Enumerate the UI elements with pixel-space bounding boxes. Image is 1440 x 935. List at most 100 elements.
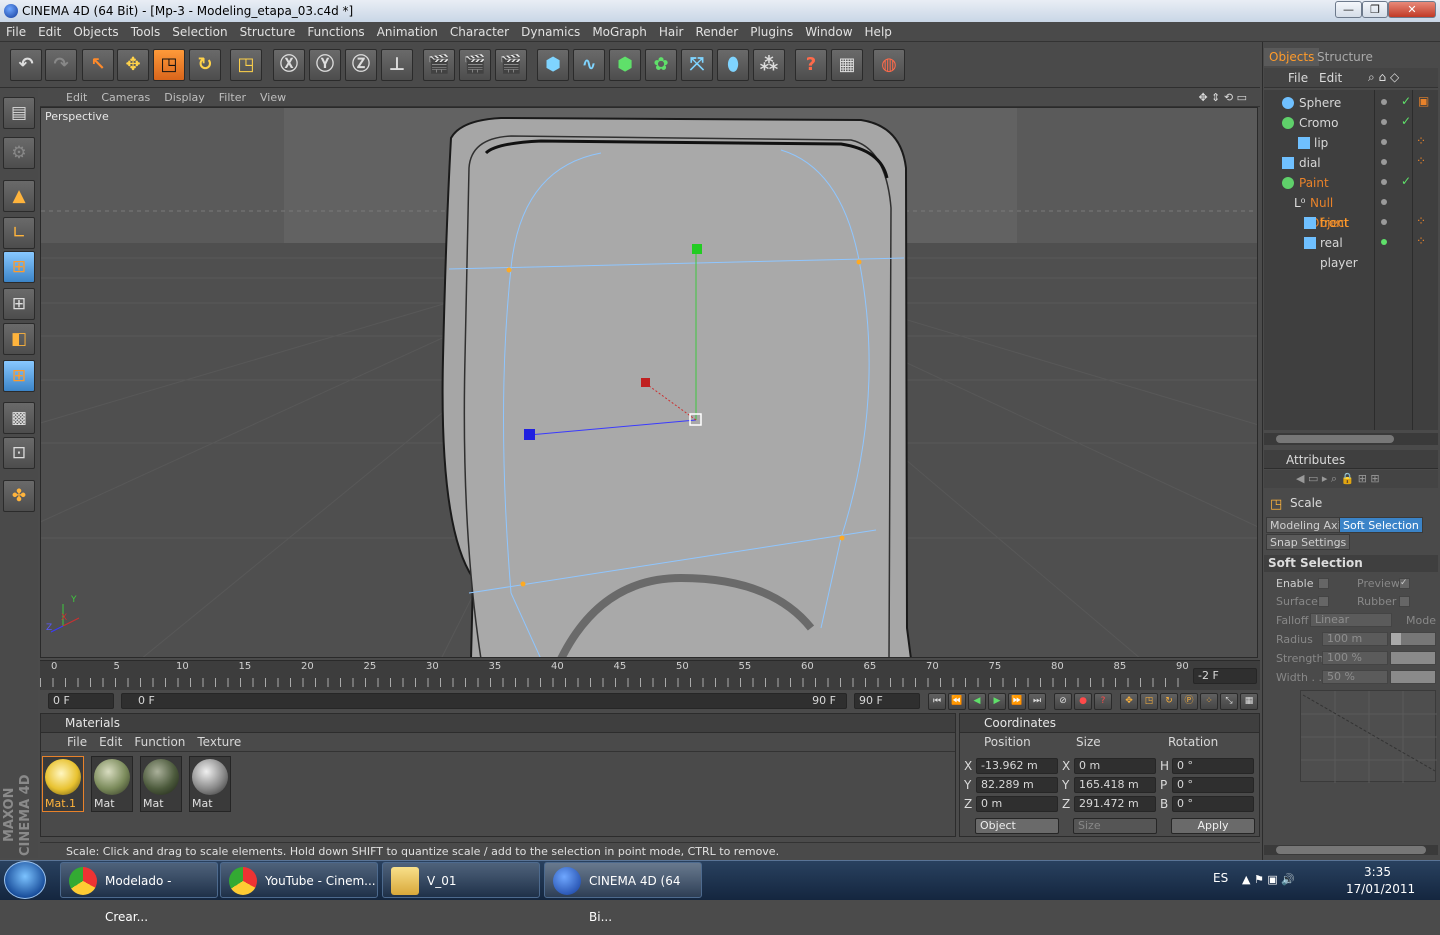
minimize-button[interactable]: — bbox=[1335, 1, 1362, 18]
interpolation-icon[interactable]: ⤡ bbox=[1220, 693, 1238, 710]
key-parameter-icon[interactable]: Ⓟ bbox=[1180, 693, 1198, 710]
materials-menu-function[interactable]: Function bbox=[128, 733, 191, 752]
object-row-real-player[interactable]: real player bbox=[1264, 233, 1374, 270]
visibility-dot[interactable] bbox=[1381, 119, 1387, 125]
materials-menu-texture[interactable]: Texture bbox=[191, 733, 247, 752]
enabled-check-icon[interactable]: ✓ bbox=[1401, 94, 1411, 108]
render-view-icon[interactable]: 🎬 bbox=[423, 49, 455, 81]
keyframe-selection-icon[interactable]: ⊘ bbox=[1054, 693, 1072, 710]
workplane-icon[interactable]: ⊡ bbox=[3, 437, 35, 469]
axis-mode-icon[interactable]: ∟ bbox=[3, 217, 35, 249]
objects-menu-file[interactable]: File bbox=[1288, 71, 1308, 85]
material-swatch[interactable]: Mat bbox=[140, 756, 182, 812]
play-forward-icon[interactable]: ▶ bbox=[988, 693, 1006, 710]
timeline-layout-icon[interactable]: ▦ bbox=[1240, 693, 1258, 710]
layout-icon[interactable]: ▦ bbox=[831, 49, 863, 81]
taskbar-chrome-modelado[interactable]: Modelado - Crear... bbox=[60, 862, 218, 924]
autokey-icon[interactable]: ? bbox=[1094, 693, 1112, 710]
key-position-icon[interactable]: ✥ bbox=[1120, 693, 1138, 710]
viewport-menu-cameras[interactable]: Cameras bbox=[94, 88, 157, 107]
menu-plugins[interactable]: Plugins bbox=[744, 22, 799, 42]
object-row-front[interactable]: front bbox=[1264, 213, 1374, 233]
preview-checkbox[interactable]: ✓ bbox=[1399, 578, 1410, 589]
position-y-field[interactable]: 82.289 m bbox=[976, 777, 1058, 793]
lock-y-icon[interactable]: Ⓨ bbox=[309, 49, 341, 81]
material-swatch[interactable]: Mat bbox=[189, 756, 231, 812]
tag-icon[interactable]: ▣ bbox=[1418, 94, 1429, 108]
menu-window[interactable]: Window bbox=[799, 22, 858, 42]
tab-snap-settings[interactable]: Snap Settings bbox=[1266, 534, 1351, 550]
max-frame-field[interactable]: 90 F bbox=[854, 693, 920, 709]
timeline-end-field[interactable]: -2 F bbox=[1193, 668, 1257, 684]
menu-selection[interactable]: Selection bbox=[166, 22, 233, 42]
position-x-field[interactable]: -13.962 m bbox=[976, 758, 1058, 774]
deformer-icon[interactable]: ⤧ bbox=[681, 49, 713, 81]
viewport-nav-icons[interactable]: ✥ ⇕ ⟲ ▭ bbox=[1191, 88, 1254, 107]
menu-tools[interactable]: Tools bbox=[125, 22, 167, 42]
falloff-select[interactable]: Linear bbox=[1310, 613, 1392, 627]
menu-character[interactable]: Character bbox=[444, 22, 515, 42]
scale-icon[interactable]: ◳ bbox=[153, 49, 185, 81]
size-y-field[interactable]: 165.418 m bbox=[1074, 777, 1156, 793]
visibility-dot[interactable] bbox=[1381, 179, 1387, 185]
menu-edit[interactable]: Edit bbox=[32, 22, 67, 42]
size-mode-select[interactable]: Size bbox=[1073, 818, 1157, 834]
menu-hair[interactable]: Hair bbox=[653, 22, 690, 42]
strength-slider[interactable] bbox=[1390, 651, 1436, 665]
render-picture-viewer-icon[interactable]: 🎬 bbox=[459, 49, 491, 81]
key-scale-icon[interactable]: ◳ bbox=[1140, 693, 1158, 710]
size-x-field[interactable]: 0 m bbox=[1074, 758, 1156, 774]
phong-tag-icon[interactable]: ⁘ bbox=[1416, 154, 1426, 168]
viewport-menu-view[interactable]: View bbox=[253, 88, 293, 107]
apply-button[interactable]: Apply bbox=[1171, 818, 1255, 834]
viewport-menu-display[interactable]: Display bbox=[157, 88, 212, 107]
go-to-end-icon[interactable]: ⏭ bbox=[1028, 693, 1046, 710]
timeline-ruler[interactable]: 0 5 10 15 20 25 30 35 40 45 50 55 60 65 70 75 80 85 90 -2 … bbox=[40, 660, 1260, 690]
radius-slider[interactable] bbox=[1390, 632, 1436, 646]
object-row-cromo[interactable]: Cromo bbox=[1264, 113, 1374, 133]
sculpt-icon[interactable]: ✤ bbox=[3, 480, 35, 512]
move-icon[interactable]: ✥ bbox=[117, 49, 149, 81]
viewport-menu-filter[interactable]: Filter bbox=[212, 88, 253, 107]
globe-icon[interactable]: ◍ bbox=[873, 49, 905, 81]
object-mode-icon[interactable]: ▲ bbox=[3, 180, 35, 212]
nurbs-icon[interactable]: ⬢ bbox=[609, 49, 641, 81]
help-icon[interactable]: ? bbox=[795, 49, 827, 81]
menu-animation[interactable]: Animation bbox=[371, 22, 444, 42]
recent-tool-icon[interactable]: ◳ bbox=[230, 49, 262, 81]
viewport-menu-edit[interactable]: Edit bbox=[40, 88, 94, 107]
key-rotation-icon[interactable]: ↻ bbox=[1160, 693, 1178, 710]
tab-modeling-axis[interactable]: Modeling Axis bbox=[1266, 517, 1351, 533]
visibility-dot[interactable] bbox=[1381, 159, 1387, 165]
rotation-b-field[interactable]: 0 ° bbox=[1172, 796, 1254, 812]
width-field[interactable]: 50 % bbox=[1322, 670, 1388, 684]
visibility-dot[interactable] bbox=[1381, 239, 1387, 245]
materials-menu-edit[interactable]: Edit bbox=[93, 733, 128, 752]
materials-menu-file[interactable]: File bbox=[61, 733, 93, 752]
taskbar-folder-v01[interactable]: V_01 bbox=[382, 862, 540, 898]
texture-mode-icon[interactable]: ▩ bbox=[3, 402, 35, 434]
range-slider[interactable]: 0 F 90 F bbox=[121, 693, 847, 709]
enable-checkbox[interactable] bbox=[1318, 578, 1329, 589]
rotation-h-field[interactable]: 0 ° bbox=[1172, 758, 1254, 774]
array-icon[interactable]: ✿ bbox=[645, 49, 677, 81]
visibility-dot[interactable] bbox=[1381, 199, 1387, 205]
visibility-dot[interactable] bbox=[1381, 219, 1387, 225]
objects-search-icon[interactable]: ⌕ ⌂ ◇ bbox=[1368, 70, 1399, 85]
radius-field[interactable]: 100 m bbox=[1322, 632, 1388, 646]
edges-mode-icon[interactable]: ⊞ bbox=[3, 288, 35, 320]
start-button[interactable] bbox=[4, 861, 46, 899]
menu-mograph[interactable]: MoGraph bbox=[586, 22, 653, 42]
record-icon[interactable]: ● bbox=[1074, 693, 1092, 710]
tab-structure[interactable]: Structure bbox=[1312, 48, 1378, 66]
language-indicator[interactable]: ES bbox=[1213, 871, 1228, 885]
phong-tag-icon[interactable]: ⁘ bbox=[1416, 214, 1426, 228]
menu-functions[interactable]: Functions bbox=[301, 22, 370, 42]
tray-icons[interactable]: ▲ ⚑ ▣ 🔊 bbox=[1242, 873, 1295, 886]
redo-icon[interactable]: ↷ bbox=[45, 49, 77, 81]
perspective-viewport[interactable]: Y X Z bbox=[40, 107, 1258, 658]
phong-tag-icon[interactable]: ⁘ bbox=[1416, 234, 1426, 248]
undo-icon[interactable]: ↶ bbox=[10, 49, 42, 81]
close-button[interactable]: ✕ bbox=[1388, 1, 1436, 18]
live-selection-icon[interactable]: ⊞ bbox=[3, 360, 35, 392]
